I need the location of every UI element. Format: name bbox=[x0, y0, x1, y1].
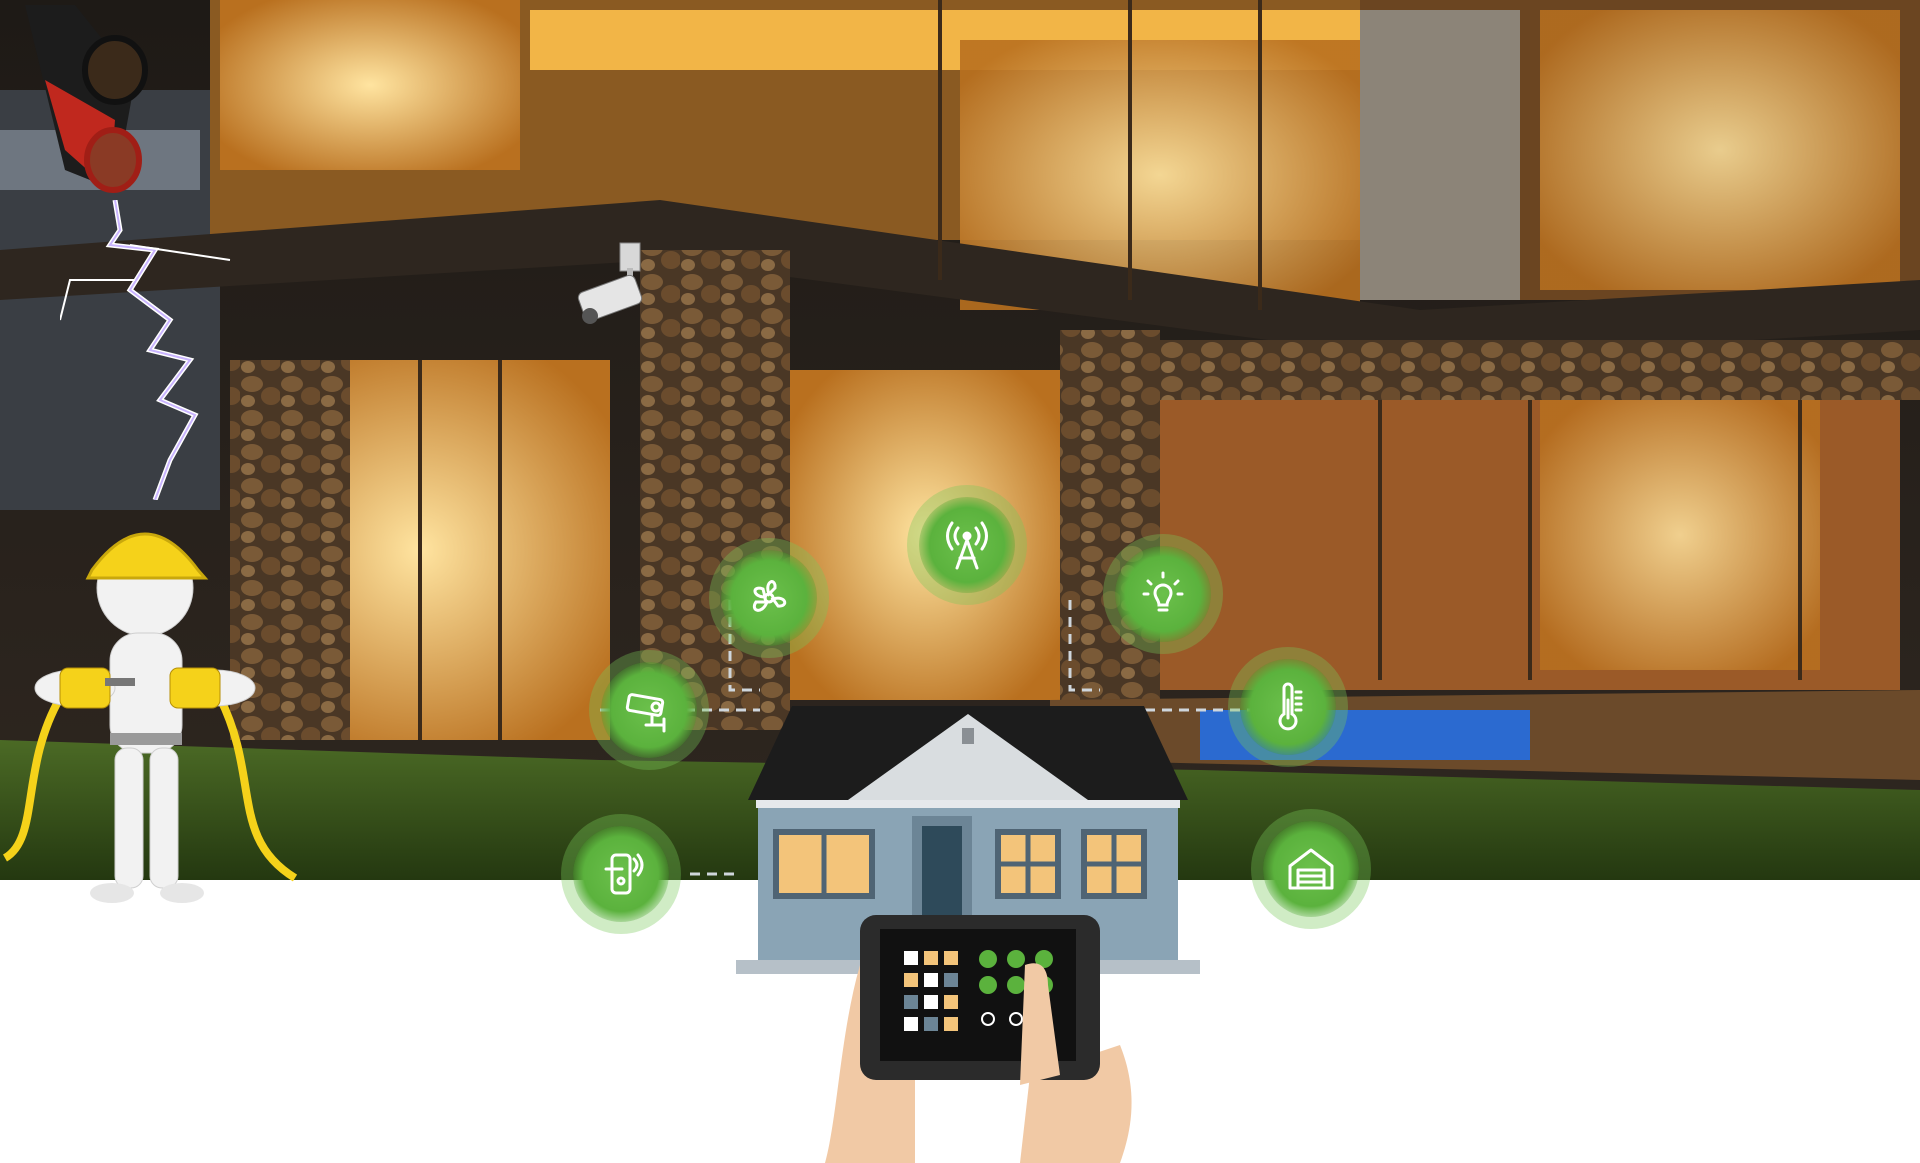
security-camera-icon bbox=[577, 242, 643, 324]
camera-icon[interactable] bbox=[601, 662, 697, 758]
antenna-icon[interactable] bbox=[919, 497, 1015, 593]
power-cable-icon bbox=[25, 5, 148, 193]
thermometer-icon[interactable] bbox=[1240, 659, 1336, 755]
fan-icon[interactable] bbox=[721, 550, 817, 646]
door-lock-icon[interactable] bbox=[573, 826, 669, 922]
garage-icon[interactable] bbox=[1263, 821, 1359, 917]
electrician-figure bbox=[2, 532, 298, 903]
tablet-control bbox=[825, 915, 1132, 1163]
lightning-icon bbox=[60, 200, 231, 500]
bulb-icon[interactable] bbox=[1115, 546, 1211, 642]
smart-home-illustration bbox=[0, 0, 1920, 1163]
